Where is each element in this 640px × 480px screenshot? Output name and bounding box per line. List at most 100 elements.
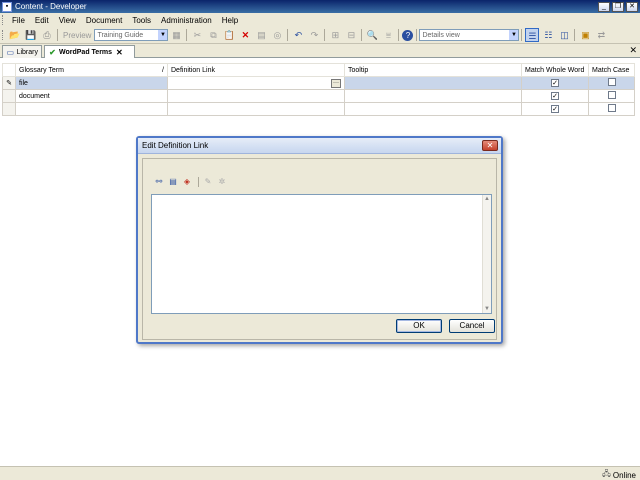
table-row[interactable]: ✓ [2,102,635,116]
online-label: Online [612,470,636,480]
close-window-button[interactable]: ✕ [626,1,638,12]
row-header [2,89,16,103]
print-icon[interactable]: ⎙ [40,28,54,42]
column-header-match-case[interactable]: Match Case [588,63,635,77]
expand-icon[interactable]: ⊞ [328,28,342,42]
scroll-up-icon[interactable]: ▲ [483,195,491,203]
split-horizontal-icon[interactable]: ☷ [541,28,555,42]
library-icon: ▭ [6,47,15,57]
help-icon[interactable]: ? [402,29,414,41]
rename-icon[interactable]: ▤ [254,28,268,42]
package-link-icon[interactable]: ◈ [181,176,193,188]
delete-icon[interactable]: ✕ [238,28,252,42]
menu-view[interactable]: View [54,16,81,25]
remove-link-icon[interactable]: ✲ [216,176,228,188]
tab-wordpad-terms[interactable]: ✔ WordPad Terms ✕ [44,45,135,59]
match-whole-word-checkbox[interactable]: ✓ [551,79,559,87]
redo-icon[interactable]: ↷ [307,28,321,42]
match-case-cell [588,76,635,90]
edit-icon[interactable]: ✎ [202,176,214,188]
match-whole-word-cell: ✓ [521,89,589,103]
term-cell[interactable]: document [15,89,168,103]
dialog-title-bar[interactable]: Edit Definition Link ✕ [138,138,501,154]
menu-tools[interactable]: Tools [127,16,156,25]
menu-edit[interactable]: Edit [30,16,54,25]
copy-icon[interactable]: ⧉ [206,28,220,42]
tooltip-cell[interactable] [344,102,522,116]
app-icon: ▪ [2,1,12,12]
toolbar: 📂 💾 ⎙ Preview Training Guide ▼ ▦ ✂ ⧉ 📋 ✕… [0,27,640,44]
match-case-checkbox[interactable] [607,91,616,99]
column-header-match-whole-word[interactable]: Match Whole Word [521,63,589,77]
edit-definition-link-dialog: Edit Definition Link ✕ ⚯ ▤ ◈ ✎ ✲ ▲ ▼ OK … [136,136,503,344]
ok-button[interactable]: OK [396,319,442,333]
toolbar-separator [398,29,400,41]
match-case-checkbox[interactable] [607,104,616,112]
glossary-icon: ✔ [49,48,56,57]
minimize-button[interactable]: _ [598,1,610,12]
vertical-scrollbar[interactable]: ▲ ▼ [482,195,491,313]
toolbar-separator [324,29,326,41]
find-icon[interactable]: 🔍 [365,28,379,42]
toolbar-separator [186,29,188,41]
definition-link-cell[interactable] [167,102,345,116]
split-vertical-icon[interactable]: ◫ [557,28,571,42]
ellipsis-button[interactable]: ··· [331,78,341,88]
toolbar-separator [521,29,523,41]
row-edit-pencil-icon: ✎ [2,76,16,90]
toolbar-separator [287,29,289,41]
cut-icon[interactable]: ✂ [190,28,204,42]
definition-link-text-area[interactable]: ▲ ▼ [151,194,492,314]
toolbar-separator [416,29,418,41]
preview-button[interactable]: Preview [60,31,94,40]
toolbar-separator [361,29,363,41]
tab-wordpad-terms-label: WordPad Terms [59,49,113,56]
tab-library[interactable]: ▭ Library [2,45,42,58]
menu-document[interactable]: Document [81,16,127,25]
row-header [2,102,16,116]
menu-help[interactable]: Help [217,16,243,25]
close-all-tabs-icon[interactable]: ✕ [629,45,637,56]
dialog-close-button[interactable]: ✕ [482,140,498,151]
cancel-button[interactable]: Cancel [449,319,495,333]
toolbar-separator [574,29,576,41]
properties-icon[interactable]: ▦ [169,28,183,42]
save-icon[interactable]: 💾 [24,28,38,42]
menu-administration[interactable]: Administration [156,16,217,25]
term-cell[interactable]: file [15,76,168,90]
menu-file[interactable]: File [7,16,30,25]
project-select[interactable]: Training Guide ▼ [94,29,169,41]
match-case-checkbox[interactable] [607,78,616,86]
publish-icon[interactable]: ▣ [578,28,592,42]
sync-icon[interactable]: ⇄ [594,28,608,42]
tooltip-cell[interactable] [344,89,522,103]
table-header-row: Glossary Term / Definition Link Tooltip M… [2,63,635,77]
term-cell[interactable] [15,102,168,116]
view-select[interactable]: Details view ▼ [419,29,520,41]
definition-link-cell[interactable] [167,89,345,103]
column-header-glossary-term[interactable]: Glossary Term / [15,63,168,77]
link-icon[interactable]: ⚯ [153,176,165,188]
match-whole-word-checkbox[interactable]: ✓ [551,92,559,100]
filter-icon[interactable]: ⩸ [381,28,395,42]
collapse-icon[interactable]: ⊟ [344,28,358,42]
tooltip-cell[interactable] [344,76,522,90]
table-row[interactable]: document ✓ [2,89,635,103]
undo-icon[interactable]: ↶ [291,28,305,42]
restore-button[interactable]: ❐ [612,1,624,12]
refresh-icon[interactable]: ◎ [270,28,284,42]
toolbar-grip [2,30,5,40]
column-header-definition-link[interactable]: Definition Link [167,63,345,77]
definition-link-cell[interactable]: ··· [167,76,345,90]
match-whole-word-checkbox[interactable]: ✓ [551,105,559,113]
open-folder-icon[interactable]: 📂 [8,28,22,42]
column-header-tooltip[interactable]: Tooltip [344,63,522,77]
scroll-down-icon[interactable]: ▼ [483,305,491,313]
paste-icon[interactable]: 📋 [222,28,236,42]
close-tab-icon[interactable]: ✕ [116,48,123,57]
chevron-down-icon: ▼ [158,30,168,40]
details-layout-icon[interactable]: ☰ [525,28,540,42]
table-row[interactable]: ✎ file ··· ✓ [2,76,635,90]
project-select-value: Training Guide [97,31,144,39]
document-link-icon[interactable]: ▤ [167,176,179,188]
